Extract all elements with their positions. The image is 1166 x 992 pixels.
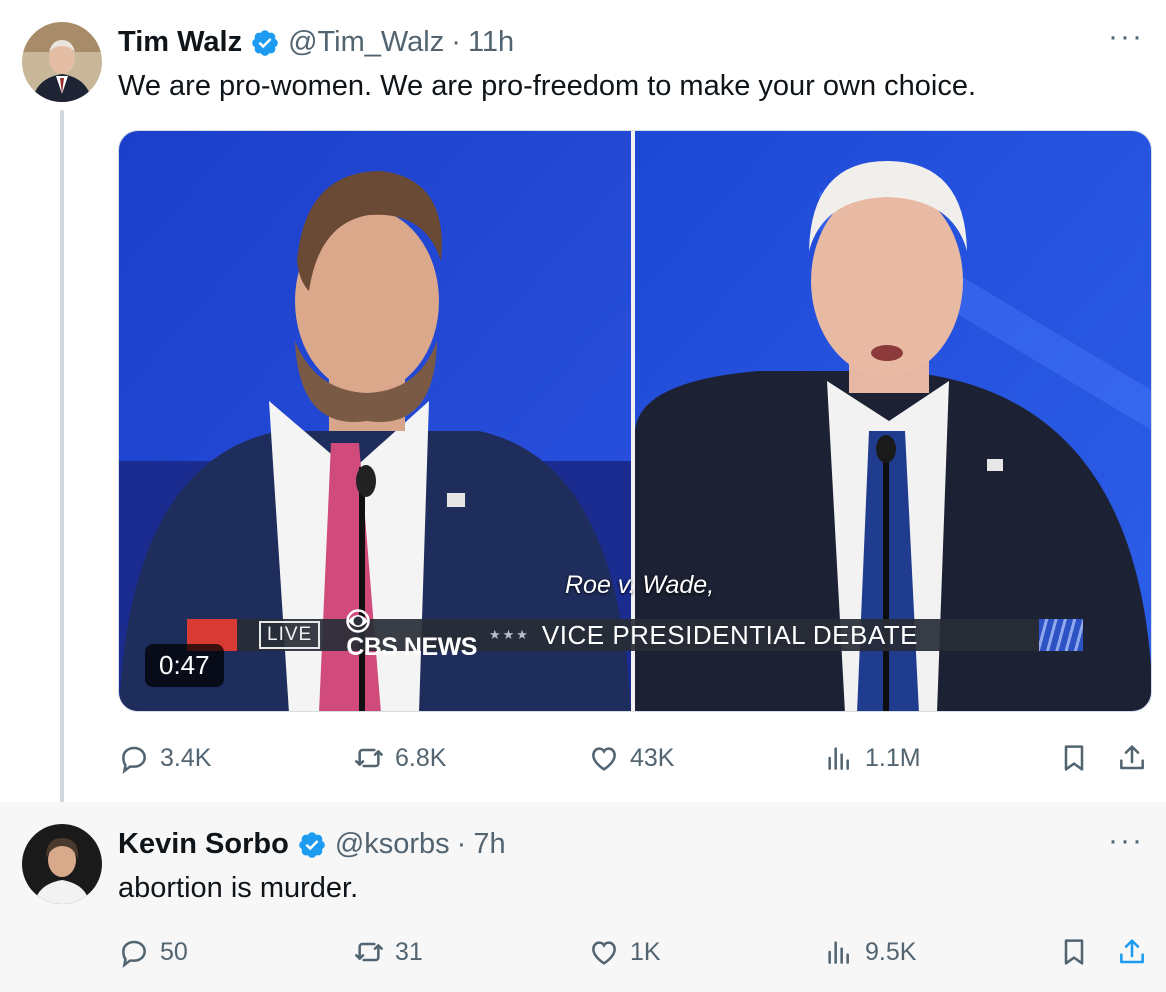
repost-button[interactable]: 31 <box>353 936 423 968</box>
tweet-header: Tim Walz @Tim_Walz · 11h <box>118 26 514 59</box>
tweet-text: We are pro-women. We are pro-freedom to … <box>118 70 977 102</box>
reply-icon <box>122 940 146 968</box>
repost-button[interactable]: 6.8K <box>353 742 446 774</box>
more-icon[interactable]: ··· <box>1108 826 1144 856</box>
broadcast-lower-third: LIVE CBS NEWS ★★★ VICE PRESIDENTIAL DEBA… <box>187 608 1083 661</box>
user-handle[interactable]: @Tim_Walz <box>288 26 444 59</box>
reply-count: 3.4K <box>160 743 212 772</box>
tweet-sorbo[interactable]: Kevin Sorbo @ksorbs · 7h ··· abortion is… <box>0 802 1166 992</box>
verified-badge-icon <box>299 831 325 858</box>
video-player[interactable]: Roe v. Wade, LIVE CBS NEWS ★★★ VICE PRES… <box>118 130 1152 712</box>
views-count: 9.5K <box>865 937 917 966</box>
display-name[interactable]: Kevin Sorbo <box>118 828 289 861</box>
timestamp[interactable]: 7h <box>473 828 505 861</box>
action-bar: 50 31 1K 9.5K <box>118 918 1166 986</box>
bookmark-button[interactable] <box>1058 936 1090 968</box>
bookmark-icon <box>1064 939 1084 965</box>
tweet-walz[interactable]: Tim Walz @Tim_Walz · 11h ··· We are pro-… <box>0 0 1166 818</box>
repost-count: 6.8K <box>395 743 447 772</box>
like-icon <box>592 941 616 965</box>
share-icon <box>1120 745 1144 770</box>
more-icon[interactable]: ··· <box>1108 22 1144 52</box>
share-button[interactable] <box>1116 742 1148 774</box>
timestamp[interactable]: 11h <box>468 26 514 59</box>
banner-stars: ★★★ <box>488 627 530 642</box>
cbs-eye-icon <box>346 608 370 633</box>
views-icon <box>828 941 849 964</box>
views-button[interactable]: 1.1M <box>823 742 921 774</box>
reply-button[interactable]: 50 <box>118 936 188 968</box>
display-name[interactable]: Tim Walz <box>118 26 242 59</box>
live-badge: LIVE <box>259 621 321 649</box>
bookmark-icon <box>1064 745 1084 771</box>
verified-badge-icon <box>252 29 278 56</box>
views-count: 1.1M <box>865 743 921 772</box>
tweet-header: Kevin Sorbo @ksorbs · 7h <box>118 828 506 861</box>
tweet-text: abortion is murder. <box>118 872 359 904</box>
reply-count: 50 <box>160 937 188 966</box>
video-duration: 0:47 <box>145 644 224 687</box>
share-button[interactable] <box>1100 918 1166 986</box>
reply-icon <box>122 746 146 774</box>
video-caption: Roe v. Wade, <box>565 571 715 599</box>
like-count: 43K <box>630 743 675 772</box>
like-icon <box>592 747 616 771</box>
avatar-walz[interactable] <box>22 22 102 102</box>
views-icon <box>828 747 849 770</box>
avatar-sorbo[interactable] <box>22 824 102 904</box>
separator-dot: · <box>456 828 467 860</box>
network-name: CBS NEWS <box>346 632 477 661</box>
like-count: 1K <box>630 937 661 966</box>
share-icon <box>1120 939 1144 964</box>
reply-button[interactable]: 3.4K <box>118 742 211 774</box>
like-button[interactable]: 1K <box>588 936 661 968</box>
thread-connector-line <box>60 110 64 818</box>
repost-icon <box>355 942 383 962</box>
network-logo: CBS NEWS <box>346 608 477 662</box>
separator-dot: · <box>451 26 461 58</box>
repost-icon <box>355 748 383 768</box>
repost-count: 31 <box>395 937 423 966</box>
banner-title: VICE PRESIDENTIAL DEBATE <box>541 619 918 650</box>
action-bar: 3.4K 6.8K 43K 1.1M <box>118 742 1166 782</box>
views-button[interactable]: 9.5K <box>823 936 916 968</box>
user-handle[interactable]: @ksorbs <box>335 828 450 861</box>
bookmark-button[interactable] <box>1058 742 1090 774</box>
stripes-graphic <box>1039 619 1083 651</box>
like-button[interactable]: 43K <box>588 742 674 774</box>
